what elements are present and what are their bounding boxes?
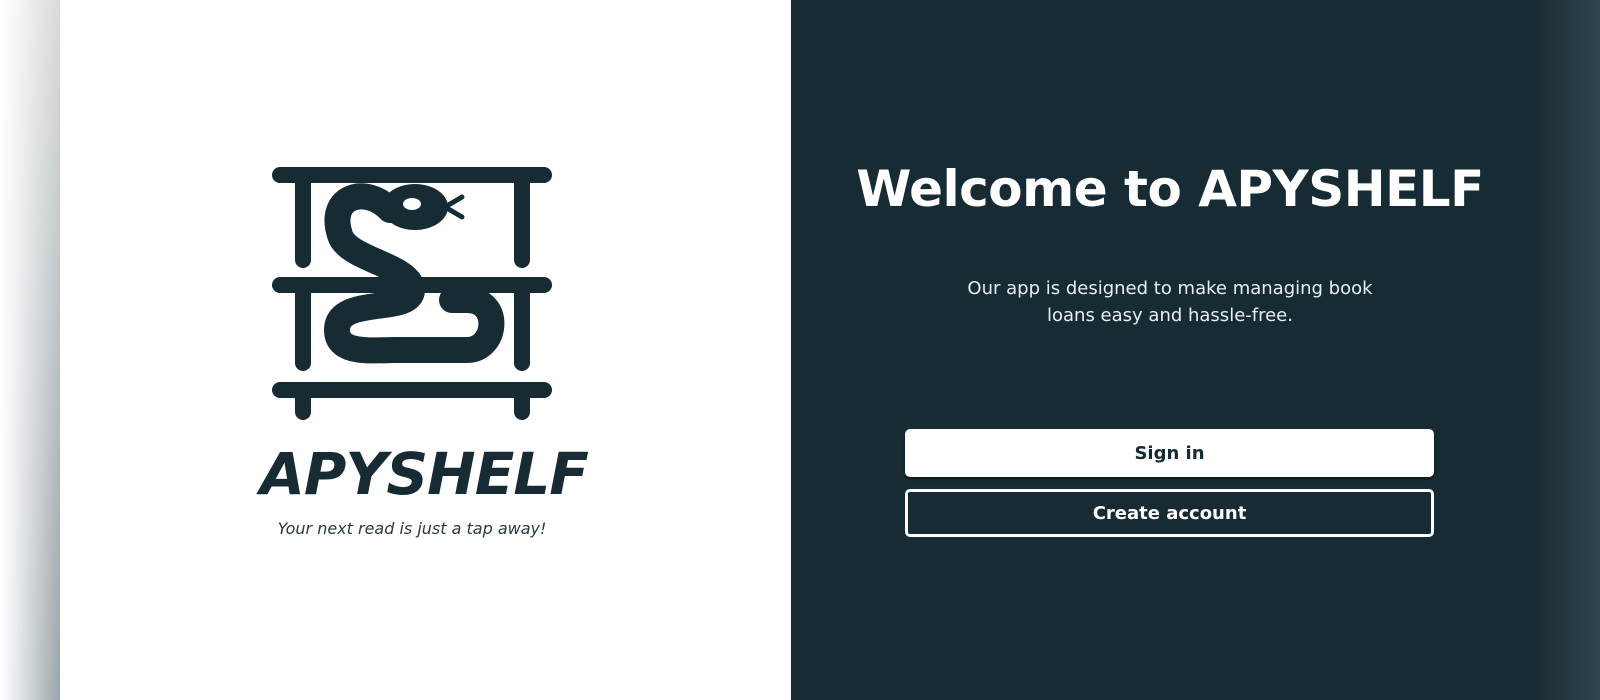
create-account-button[interactable]: Create account [905, 489, 1434, 537]
welcome-description: Our app is designed to make managing boo… [967, 278, 1373, 326]
brand-name: APYSHELF [260, 440, 589, 508]
left-backdrop-overlay [0, 0, 60, 700]
snake-on-bookshelf-icon [272, 167, 552, 420]
page-title: Welcome to APYSHELF [856, 160, 1484, 218]
welcome-panel [791, 0, 1540, 700]
right-backdrop [1540, 0, 1600, 700]
brand-tagline: Your next read is just a tap away! [277, 519, 547, 538]
sign-in-button[interactable]: Sign in [905, 429, 1434, 477]
